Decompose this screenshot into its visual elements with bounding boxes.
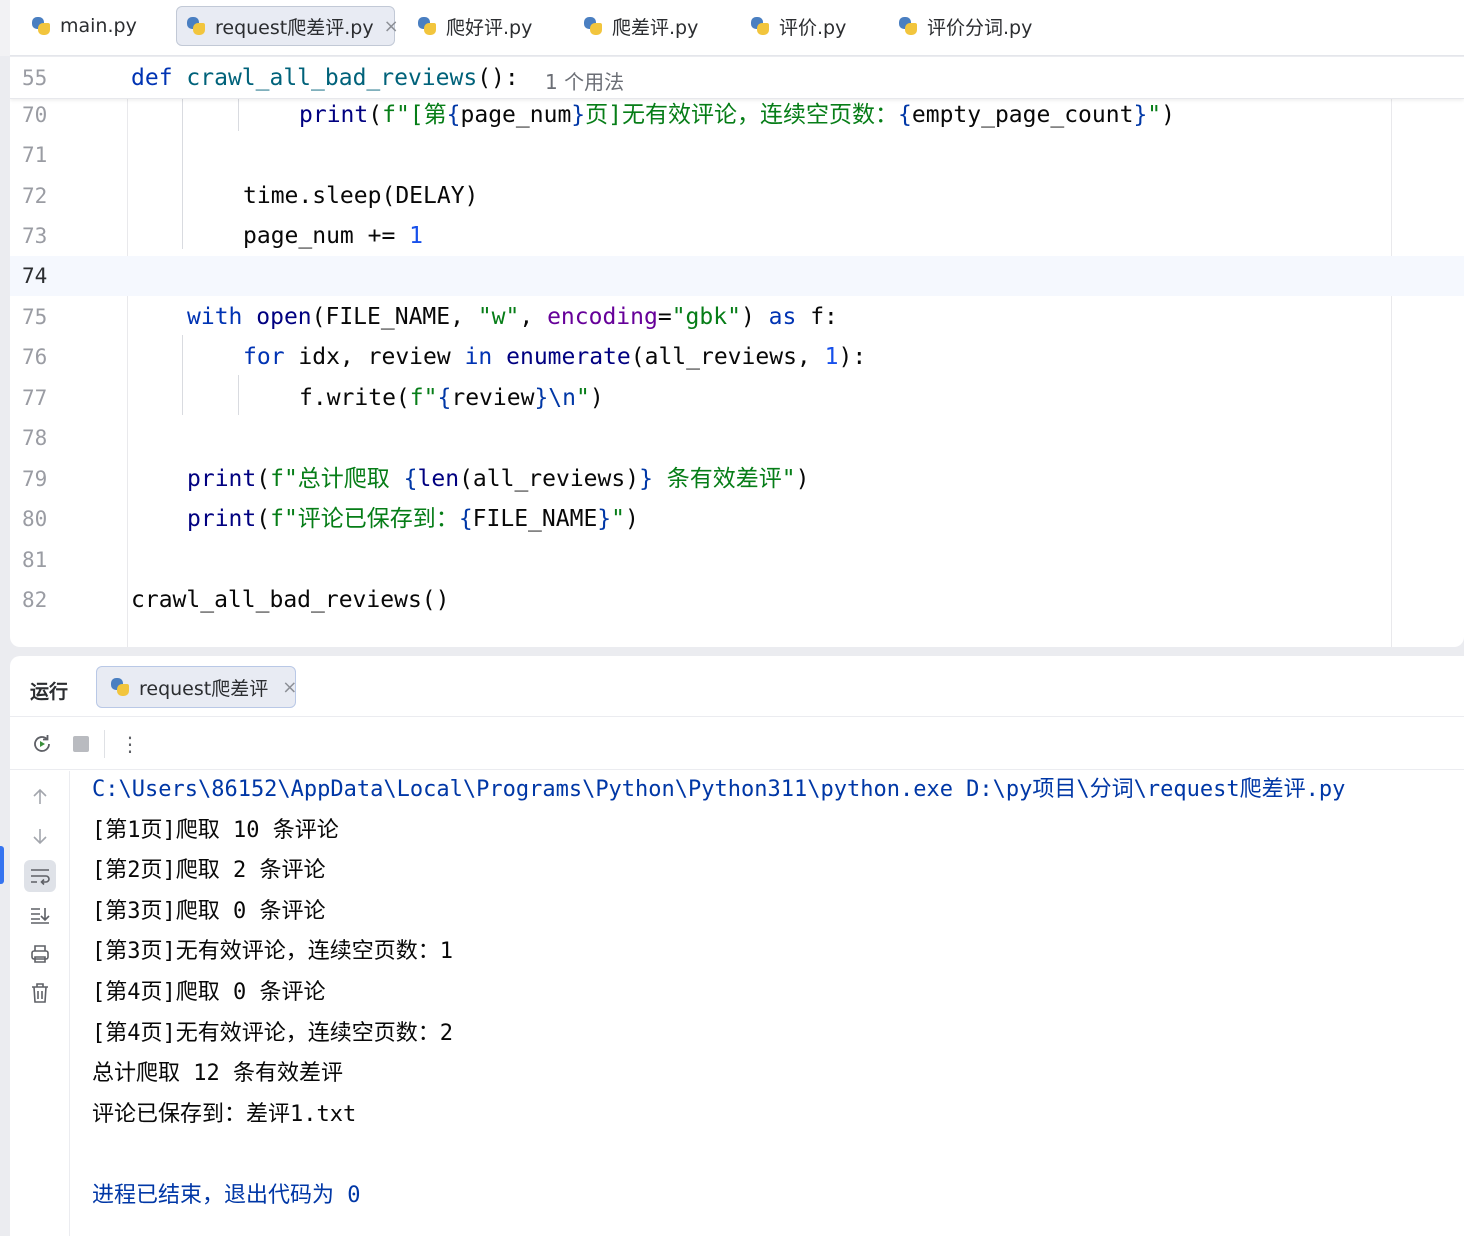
print-icon[interactable] xyxy=(24,938,56,970)
python-file-icon xyxy=(416,15,438,37)
line-number: 71 xyxy=(22,143,48,167)
code-line-77[interactable]: 77 f.write(f"{review}\n") xyxy=(10,378,1464,418)
close-icon[interactable]: × xyxy=(384,16,399,37)
tab-review-py[interactable]: 评价.py xyxy=(749,6,846,46)
more-vertical-icon[interactable]: ⋮ xyxy=(118,732,142,756)
tab-bad-review-py[interactable]: 爬差评.py xyxy=(582,6,698,46)
line-number: 70 xyxy=(22,103,48,127)
code-line-79[interactable]: 79 print(f"总计爬取 {len(all_reviews)} 条有效差评… xyxy=(10,459,1464,499)
line-number: 72 xyxy=(22,184,48,208)
line-number: 76 xyxy=(22,345,48,369)
run-toolbar: ⋮ xyxy=(10,718,1464,770)
run-tool-window: 运行 request爬差评 × ⋮ C:\Users\86152\AppData… xyxy=(0,656,1464,1236)
run-title: 运行 xyxy=(30,681,69,703)
code-text: page_num += 1 xyxy=(243,223,424,249)
console-line: [第3页]无有效评论，连续空页数：1 xyxy=(92,939,453,965)
line-number: 82 xyxy=(22,588,48,612)
console-line: [第1页]爬取 10 条评论 xyxy=(92,817,339,843)
code-line-81[interactable]: 81 xyxy=(10,540,1464,580)
trash-icon[interactable] xyxy=(24,977,56,1009)
tab-bar-left-edge xyxy=(0,0,10,56)
console-line: 总计爬取 12 条有效差评 xyxy=(92,1061,343,1087)
tab-label: 爬差评.py xyxy=(612,16,699,39)
run-tab-label: request爬差评 xyxy=(139,677,269,700)
code-line-78[interactable]: 78 xyxy=(10,418,1464,458)
code-line-75[interactable]: 75 with open(FILE_NAME, "w", encoding="g… xyxy=(10,297,1464,337)
scroll-to-end-icon[interactable] xyxy=(24,899,56,931)
toolbar-separator xyxy=(104,730,105,758)
console-side-toolbar xyxy=(0,771,70,1236)
python-file-icon xyxy=(897,15,919,37)
python-file-icon xyxy=(185,15,207,37)
python-file-icon xyxy=(749,15,771,37)
code-text: print(f"[第{page_num}页]无有效评论，连续空页数：{empty… xyxy=(299,102,1176,128)
tab-label: request爬差评.py xyxy=(215,16,374,39)
sticky-scope-header[interactable]: 55 def crawl_all_bad_reviews(): 1 个用法 xyxy=(10,57,1464,99)
usage-hint[interactable]: 1 个用法 xyxy=(545,66,624,95)
code-line-80[interactable]: 80 print(f"评论已保存到：{FILE_NAME}") xyxy=(10,499,1464,539)
line-number: 79 xyxy=(22,467,48,491)
console-exit-line: 进程已结束，退出代码为 0 xyxy=(92,1182,361,1208)
code-line-73[interactable]: 73 page_num += 1 xyxy=(10,216,1464,256)
soft-wrap-icon[interactable] xyxy=(24,860,56,892)
run-config-tab[interactable]: request爬差评 × xyxy=(96,666,297,708)
code-text: time.sleep(DELAY) xyxy=(243,183,479,209)
rerun-icon[interactable] xyxy=(30,732,54,756)
tab-label: 评价分词.py xyxy=(927,16,1033,39)
line-number: 55 xyxy=(22,66,48,90)
line-number: 80 xyxy=(22,507,48,531)
arrow-down-icon[interactable] xyxy=(24,820,56,852)
tab-review-segment-py[interactable]: 评价分词.py xyxy=(897,6,1032,46)
console-line: [第3页]爬取 0 条评论 xyxy=(92,898,326,924)
code-line-82[interactable]: 82 crawl_all_bad_reviews() xyxy=(10,580,1464,620)
close-icon[interactable]: × xyxy=(282,677,297,698)
code-text: def crawl_all_bad_reviews(): xyxy=(131,65,519,91)
line-number: 75 xyxy=(22,305,48,329)
code-line-76[interactable]: 76 for idx, review in enumerate(all_revi… xyxy=(10,337,1464,377)
python-file-icon xyxy=(30,15,52,37)
console-output[interactable]: C:\Users\86152\AppData\Local\Programs\Py… xyxy=(92,770,1462,1217)
line-number: 78 xyxy=(22,426,48,450)
line-number: 73 xyxy=(22,224,48,248)
code-text: for idx, review in enumerate(all_reviews… xyxy=(243,344,867,370)
console-command-line: C:\Users\86152\AppData\Local\Programs\Py… xyxy=(92,777,1346,802)
console-line: [第4页]无有效评论，连续空页数：2 xyxy=(92,1020,453,1046)
line-number: 77 xyxy=(22,386,48,410)
tab-main-py[interactable]: main.py xyxy=(30,6,137,46)
code-text: f.write(f"{review}\n") xyxy=(299,385,604,411)
code-line-74[interactable]: 74 xyxy=(10,256,1464,296)
line-number: 74 xyxy=(22,264,48,288)
code-line-71[interactable]: 71 xyxy=(10,135,1464,175)
code-text: print(f"总计爬取 {len(all_reviews)} 条有效差评") xyxy=(187,466,810,492)
code-text: print(f"评论已保存到：{FILE_NAME}") xyxy=(187,506,639,532)
active-marker xyxy=(0,846,4,884)
code-text: with open(FILE_NAME, "w", encoding="gbk"… xyxy=(187,304,838,330)
code-text: crawl_all_bad_reviews() xyxy=(131,587,450,613)
tab-label: 评价.py xyxy=(779,16,847,39)
python-file-icon xyxy=(109,676,131,698)
tab-good-review-py[interactable]: 爬好评.py xyxy=(416,6,532,46)
stop-icon[interactable] xyxy=(69,732,93,756)
console-line: [第4页]爬取 0 条评论 xyxy=(92,979,326,1005)
console-line: [第2页]爬取 2 条评论 xyxy=(92,858,326,884)
tab-label: main.py xyxy=(60,15,137,37)
run-header: 运行 request爬差评 × xyxy=(10,656,1464,717)
line-number: 81 xyxy=(22,548,48,572)
code-editor[interactable]: 55 def crawl_all_bad_reviews(): 1 个用法 70… xyxy=(10,57,1464,647)
code-line-70[interactable]: 70 print(f"[第{page_num}页]无有效评论，连续空页数：{em… xyxy=(10,95,1464,135)
python-file-icon xyxy=(582,15,604,37)
editor-tab-bar: main.py request爬差评.py × 爬好评.py 爬差评.py 评价… xyxy=(0,0,1464,56)
code-line-72[interactable]: 72 time.sleep(DELAY) xyxy=(10,176,1464,216)
tab-label: 爬好评.py xyxy=(446,16,533,39)
console-line: 评论已保存到：差评1.txt xyxy=(92,1101,357,1127)
tab-request-bad-review-py[interactable]: request爬差评.py × xyxy=(176,6,399,46)
arrow-up-icon[interactable] xyxy=(24,781,56,813)
